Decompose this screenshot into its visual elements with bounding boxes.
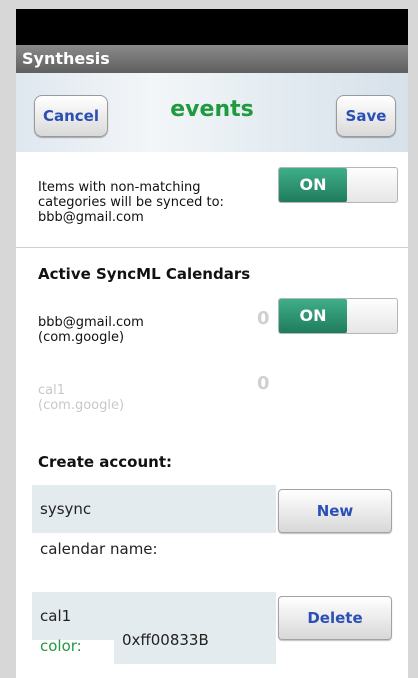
header-bar: Cancel events Save [16,73,408,153]
status-bar [16,9,408,45]
calendar-item-cal1: cal1 (com.google) [38,383,125,413]
toggle-on-label: ON [279,168,347,202]
app-title: Synthesis [22,49,110,68]
non-matching-toggle[interactable]: ON [278,167,398,203]
calendar-toggle-bbb[interactable]: ON [278,298,398,334]
calendar-count: 0 [257,308,270,329]
calendar-item-bbb: bbb@gmail.com (com.google) [38,315,144,345]
non-matching-text: Items with non-matching categories will … [38,180,224,225]
calendar-count: 0 [257,373,270,394]
toggle-on-label: ON [279,299,347,333]
save-button[interactable]: Save [336,95,396,137]
delete-button[interactable]: Delete [278,596,392,640]
divider [16,247,408,248]
create-account-heading: Create account: [38,453,173,471]
color-field[interactable]: 0xff00833B [114,616,276,664]
settings-content: Items with non-matching categories will … [16,152,408,678]
calendars-heading: Active SyncML Calendars [38,265,251,283]
account-name-field[interactable]: sysync [32,485,276,533]
app-title-bar: Synthesis [16,45,408,73]
color-label: color: [40,637,82,655]
calendar-name-label: calendar name: [40,540,158,558]
new-button[interactable]: New [278,489,392,533]
